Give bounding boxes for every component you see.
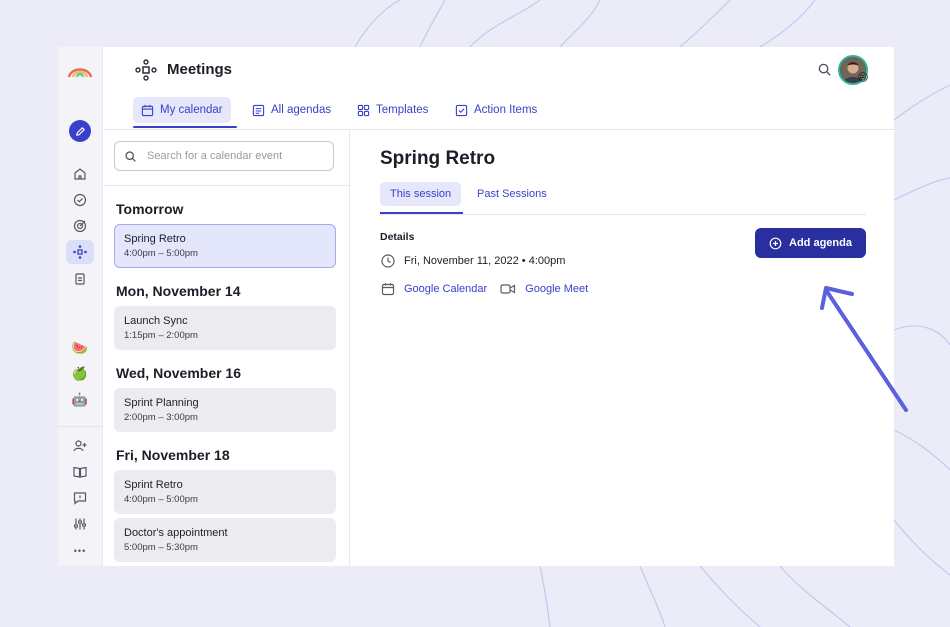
add-user-icon[interactable]	[66, 434, 94, 458]
event-time: 2:00pm – 3:00pm	[124, 412, 198, 423]
tab-label: Action Items	[474, 104, 538, 116]
details-heading: Details	[380, 231, 415, 243]
calendar-icon	[381, 283, 395, 296]
book-icon[interactable]	[66, 460, 94, 484]
app-logo-icon[interactable]	[67, 63, 93, 79]
tab-this-session[interactable]: This session	[380, 182, 462, 206]
apple-icon[interactable]: 🍏	[66, 361, 94, 385]
tab-my-calendar[interactable]: My calendar	[133, 97, 231, 123]
video-icon	[500, 284, 516, 294]
grid-icon	[357, 104, 370, 116]
calendar-icon	[141, 104, 154, 116]
target-icon[interactable]	[66, 214, 94, 238]
day-heading: Fri, November 18	[116, 447, 230, 463]
event-card[interactable]: Launch Sync 1:15pm – 2:00pm	[114, 306, 336, 350]
search-icon	[125, 150, 136, 162]
edit-icon[interactable]	[69, 120, 91, 142]
tab-past-sessions[interactable]: Past Sessions	[467, 182, 557, 206]
event-time: 1:15pm – 2:00pm	[124, 330, 198, 341]
tab-action-items[interactable]: Action Items	[447, 97, 545, 123]
tab-label: Templates	[376, 104, 429, 116]
add-agenda-label: Add agenda	[789, 237, 852, 249]
chat-icon[interactable]	[66, 486, 94, 510]
event-card[interactable]: Doctor's appointment 5:00pm – 5:30pm	[114, 518, 336, 562]
home-icon[interactable]	[66, 162, 94, 186]
clipboard-icon[interactable]	[66, 267, 94, 291]
day-heading: Wed, November 16	[116, 365, 242, 381]
page-title: Meetings	[167, 61, 233, 78]
left-rail: 🍉 🍏 🤖 •••	[58, 47, 103, 566]
event-card[interactable]: Sprint Retro 4:00pm – 5:00pm	[114, 470, 336, 514]
day-heading: Mon, November 14	[116, 283, 241, 299]
check-circle-icon[interactable]	[66, 188, 94, 212]
event-datetime: Fri, November 11, 2022 • 4:00pm	[404, 255, 566, 267]
clock-icon	[381, 254, 395, 268]
tab-all-agendas[interactable]: All agendas	[244, 97, 339, 123]
event-time: 5:00pm – 5:30pm	[124, 542, 198, 553]
search-input[interactable]	[145, 149, 329, 163]
event-card[interactable]: Sprint Planning 2:00pm – 3:00pm	[114, 388, 336, 432]
tab-label: All agendas	[271, 104, 332, 116]
rail-divider	[58, 426, 102, 427]
event-links-row: Google Calendar Google Meet	[380, 281, 588, 297]
day-heading: Tomorrow	[116, 201, 184, 217]
search-divider	[102, 185, 349, 186]
event-title: Doctor's appointment	[124, 527, 228, 539]
event-title: Spring Retro	[124, 233, 186, 245]
more-icon[interactable]: •••	[66, 539, 94, 563]
event-datetime-row: Fri, November 11, 2022 • 4:00pm	[380, 253, 565, 269]
tab-templates[interactable]: Templates	[349, 97, 436, 123]
event-time: 4:00pm – 5:00pm	[124, 248, 198, 259]
search-icon[interactable]	[817, 62, 832, 77]
add-agenda-button[interactable]: Add agenda	[755, 228, 866, 258]
google-calendar-link[interactable]: Google Calendar	[404, 283, 487, 295]
event-title: Sprint Retro	[124, 479, 183, 491]
event-detail-title: Spring Retro	[380, 148, 496, 169]
checkbox-icon	[455, 104, 468, 116]
status-emoji-icon: 😄	[857, 72, 869, 84]
sliders-icon[interactable]	[66, 512, 94, 536]
event-title: Launch Sync	[124, 315, 188, 327]
meetings-icon[interactable]	[66, 240, 94, 264]
event-title: Sprint Planning	[124, 397, 199, 409]
active-tab-indicator	[133, 126, 237, 128]
watermelon-icon[interactable]: 🍉	[66, 335, 94, 359]
event-time: 4:00pm – 5:00pm	[124, 494, 198, 505]
calendar-event-list: Tomorrow Spring Retro 4:00pm – 5:00pm Mo…	[102, 129, 349, 566]
event-card[interactable]: Spring Retro 4:00pm – 5:00pm	[114, 224, 336, 268]
robot-icon[interactable]: 🤖	[66, 387, 94, 411]
tab-label: My calendar	[160, 104, 223, 116]
app-window: 🍉 🍏 🤖 ••• Meetings 😄 My calendar All age…	[58, 47, 894, 566]
list-icon	[252, 104, 265, 116]
column-divider	[349, 129, 350, 566]
session-tabs-divider	[380, 214, 866, 215]
plus-circle-icon	[769, 237, 782, 249]
meetings-logo-icon	[135, 59, 157, 81]
search-field[interactable]	[114, 141, 334, 171]
google-meet-link[interactable]: Google Meet	[525, 283, 588, 295]
